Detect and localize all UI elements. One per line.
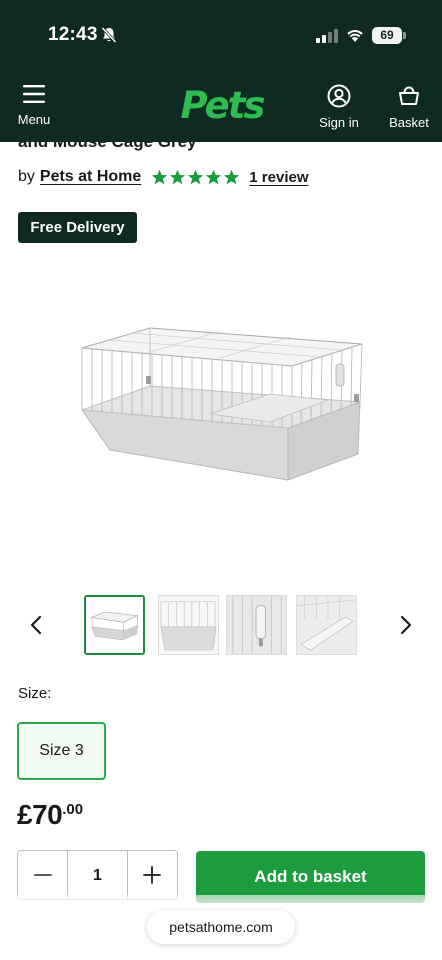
- sign-in-label: Sign in: [319, 115, 359, 130]
- user-icon: [327, 84, 351, 108]
- size-label: Size:: [18, 685, 52, 702]
- price-pence: .00: [62, 801, 84, 818]
- thumbnail-image: [227, 596, 286, 654]
- brand-link[interactable]: Pets at Home: [40, 168, 141, 186]
- basket-button[interactable]: Basket: [384, 80, 434, 136]
- chevron-left-icon[interactable]: [22, 610, 50, 640]
- by-prefix: by: [18, 168, 35, 185]
- status-time: 12:43: [48, 24, 98, 45]
- basket-icon: [399, 86, 419, 105]
- battery-tip: [403, 32, 406, 39]
- product-byline: by Pets at Home 1 review: [18, 165, 309, 189]
- sign-in-button[interactable]: Sign in: [312, 80, 366, 136]
- star-icon: [224, 169, 240, 184]
- thumbnail-image: [297, 596, 356, 654]
- quantity-value[interactable]: 1: [67, 851, 128, 899]
- logo-text: Pets: [180, 84, 266, 127]
- product-price: £70 .00: [17, 798, 83, 832]
- menu-label: Menu: [17, 112, 51, 127]
- menu-button[interactable]: Menu: [12, 80, 56, 136]
- increase-quantity-button[interactable]: [128, 851, 177, 899]
- star-icon: [170, 169, 186, 184]
- quantity-stepper: 1: [17, 850, 178, 900]
- thumbnail-image: [86, 597, 143, 653]
- chevron-right-icon[interactable]: [392, 610, 420, 640]
- cellular-signal-icon: [316, 29, 338, 43]
- battery-level: 69: [372, 27, 402, 44]
- thumbnail-cage-front[interactable]: [84, 595, 145, 655]
- site-header: Menu Pets Sign in Basket: [0, 72, 442, 142]
- status-bar: 12:43 69: [0, 0, 442, 72]
- product-image[interactable]: [70, 318, 370, 498]
- minus-icon: [33, 874, 52, 876]
- basket-label: Basket: [389, 115, 429, 130]
- size-option-size-3[interactable]: Size 3: [17, 722, 106, 780]
- pets-logo[interactable]: Pets: [176, 84, 268, 128]
- plus-icon: [143, 866, 162, 884]
- star-icon: [206, 169, 222, 184]
- thumbnail-image: [159, 596, 218, 654]
- review-count-link[interactable]: 1 review: [249, 169, 308, 186]
- browser-url-bar[interactable]: petsathome.com: [147, 910, 295, 944]
- price-pounds: £70: [17, 799, 63, 830]
- free-delivery-badge: Free Delivery: [18, 212, 137, 243]
- star-icon: [152, 169, 168, 184]
- thumbnail-cage-side[interactable]: [158, 595, 219, 655]
- hamburger-icon: [23, 85, 45, 103]
- star-rating: [151, 169, 241, 186]
- star-icon: [188, 169, 204, 184]
- wifi-icon: [347, 30, 363, 42]
- thumbnail-cage-bottle-detail[interactable]: [226, 595, 287, 655]
- decrease-quantity-button[interactable]: [18, 851, 67, 899]
- silent-bell-icon: [101, 26, 117, 44]
- thumbnail-cage-ramp-detail[interactable]: [296, 595, 357, 655]
- battery-indicator: 69: [372, 27, 406, 44]
